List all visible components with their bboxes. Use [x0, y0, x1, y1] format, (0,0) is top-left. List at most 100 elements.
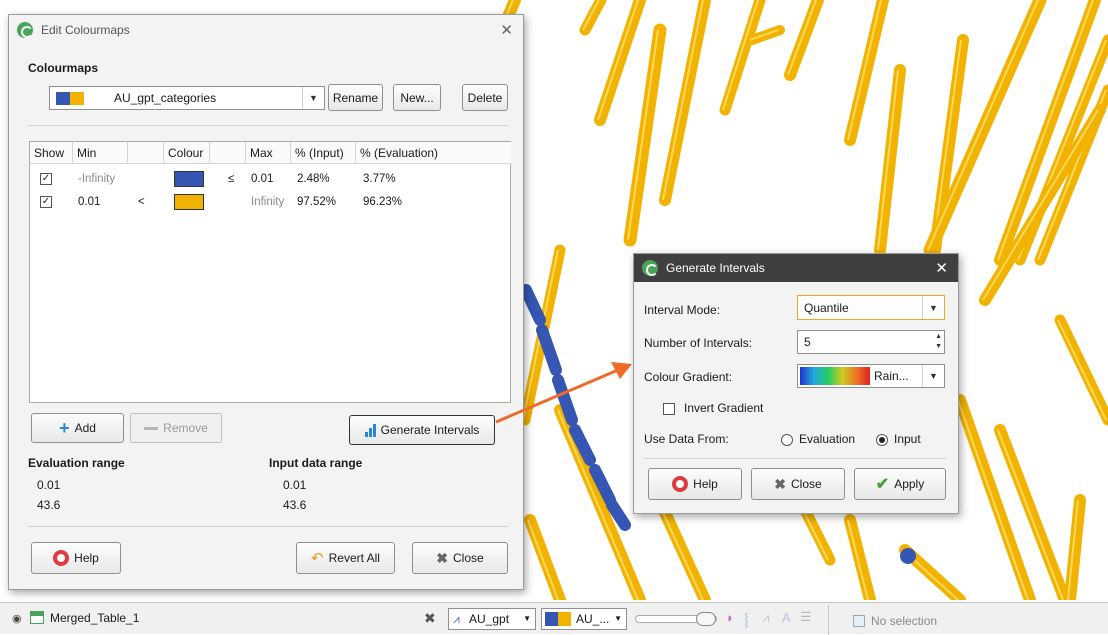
- max-cell[interactable]: Infinity: [251, 193, 284, 211]
- edit-dialog-titlebar[interactable]: Edit Colourmaps ✕: [9, 15, 523, 45]
- drillhole-tube[interactable]: [524, 514, 566, 600]
- colourmap-select-value: AU_gpt_categories: [114, 91, 217, 105]
- colour-swatch[interactable]: [174, 171, 204, 187]
- interval-mode-label: Interval Mode:: [644, 303, 721, 317]
- chevron-down-icon[interactable]: ▼: [922, 296, 944, 319]
- opacity-slider[interactable]: [635, 612, 717, 626]
- drillhole-tube-highlight: [997, 429, 1064, 600]
- edit-dialog-title: Edit Colourmaps: [41, 23, 130, 37]
- drillhole-tube[interactable]: [844, 514, 876, 600]
- interval-mode-select[interactable]: Quantile ▼: [797, 295, 945, 320]
- column-header-pct-eval[interactable]: % (Evaluation): [356, 142, 511, 164]
- show-checkbox[interactable]: ✓: [40, 196, 52, 208]
- number-of-intervals-stepper[interactable]: 5 ▲ ▼: [797, 330, 945, 354]
- display-options-icon[interactable]: ◗: [726, 610, 734, 625]
- close-button[interactable]: ✖ Close: [751, 468, 845, 500]
- generate-dialog-title: Generate Intervals: [666, 261, 765, 275]
- list-icon[interactable]: ☰: [800, 609, 812, 625]
- column-header-pct-input[interactable]: % (Input): [291, 142, 356, 164]
- generate-intervals-dialog: Generate Intervals ✕ Interval Mode: Quan…: [633, 253, 959, 514]
- column-header-op-left[interactable]: [128, 142, 164, 164]
- help-label: Help: [74, 551, 99, 565]
- divider: [28, 526, 508, 527]
- drillhole-tube[interactable]: [784, 0, 824, 81]
- checkmark-icon: ✔: [875, 476, 890, 493]
- drillhole-interval-blue: [606, 499, 631, 531]
- evaluation-max-value: 43.6: [37, 498, 61, 512]
- drillhole-tube[interactable]: [994, 0, 1101, 266]
- drillhole-tube-highlight: [957, 399, 1029, 600]
- revert-all-button[interactable]: ↶ Revert All: [296, 542, 395, 574]
- op-right-cell: ≤: [228, 173, 235, 185]
- table-name: Merged_Table_1: [50, 611, 140, 625]
- selection-icon: [853, 615, 865, 627]
- chevron-down-icon[interactable]: ▼: [302, 87, 324, 109]
- min-cell[interactable]: 0.01: [78, 193, 100, 211]
- texture-icon[interactable]: ⸾: [744, 610, 749, 628]
- column-header-op-right[interactable]: [210, 142, 246, 164]
- close-icon[interactable]: ✕: [500, 21, 513, 39]
- remove-button[interactable]: Remove: [130, 413, 222, 443]
- drillhole-tube[interactable]: [874, 64, 906, 256]
- text-icon[interactable]: A: [782, 610, 791, 625]
- drillhole-tube[interactable]: [554, 404, 646, 600]
- column-select-value: AU_gpt: [469, 612, 510, 626]
- rename-button[interactable]: Rename: [328, 84, 383, 111]
- column-header-min[interactable]: Min: [73, 142, 128, 164]
- drillhole-tube-highlight: [557, 409, 639, 600]
- revert-all-label: Revert All: [328, 551, 380, 565]
- colourmap-select[interactable]: AU_gpt_categories ▼: [49, 86, 325, 110]
- drillhole-tube[interactable]: [659, 0, 711, 206]
- drillhole-tube[interactable]: [844, 0, 889, 146]
- invert-gradient-checkbox[interactable]: [663, 403, 675, 415]
- drillhole-interval-blue: [520, 284, 546, 326]
- help-button[interactable]: Help: [31, 542, 121, 574]
- eye-icon[interactable]: ◉: [12, 612, 22, 625]
- number-of-intervals-value: 5: [804, 335, 811, 349]
- generate-intervals-label: Generate Intervals: [380, 423, 480, 437]
- colour-swatch[interactable]: [174, 194, 204, 210]
- evaluation-radio[interactable]: [781, 434, 793, 446]
- table-icon: [30, 611, 44, 624]
- intervals-table[interactable]: Show Min Colour Max % (Input) % (Evaluat…: [29, 141, 511, 403]
- drillhole-tube[interactable]: [623, 23, 667, 247]
- column-header-max[interactable]: Max: [246, 142, 291, 164]
- delete-button[interactable]: Delete: [462, 84, 508, 111]
- chevron-down-icon[interactable]: ▼: [523, 614, 531, 623]
- close-x-icon[interactable]: ✖: [424, 610, 436, 627]
- drillhole-tube[interactable]: [1064, 494, 1086, 600]
- remove-label: Remove: [163, 421, 208, 435]
- max-cell[interactable]: 0.01: [251, 170, 273, 188]
- slider-handle[interactable]: [696, 612, 716, 626]
- min-cell[interactable]: -Infinity: [78, 170, 115, 188]
- plus-icon: +: [59, 418, 70, 438]
- show-checkbox[interactable]: ✓: [40, 173, 52, 185]
- lines-icon[interactable]: ⩘: [762, 610, 769, 626]
- drillhole-tube[interactable]: [594, 0, 646, 126]
- close-label: Close: [453, 551, 484, 565]
- drillhole-tube[interactable]: [1054, 314, 1108, 426]
- generate-intervals-button[interactable]: Generate Intervals: [349, 415, 495, 445]
- close-button[interactable]: ✖ Close: [412, 542, 508, 574]
- chevron-down-icon[interactable]: ▼: [922, 365, 944, 387]
- drillhole-tube[interactable]: [719, 0, 766, 116]
- rename-label: Rename: [332, 90, 379, 105]
- new-button[interactable]: New...: [393, 84, 441, 111]
- stepper-arrows-icon[interactable]: ▲ ▼: [935, 332, 942, 352]
- help-button[interactable]: Help: [648, 468, 742, 500]
- chevron-down-icon[interactable]: ▼: [614, 614, 622, 623]
- close-icon[interactable]: ✕: [935, 259, 948, 277]
- rainbow-gradient-swatch: [800, 367, 870, 385]
- pct-input-cell: 97.52%: [297, 196, 337, 208]
- input-radio[interactable]: [876, 434, 888, 446]
- colour-gradient-select[interactable]: Rain... ▼: [797, 364, 945, 388]
- colourmap-status-select[interactable]: AU_... ▼: [541, 608, 627, 630]
- drillhole-tube[interactable]: [994, 424, 1071, 600]
- column-header-show[interactable]: Show: [30, 142, 73, 164]
- apply-button[interactable]: ✔ Apply: [854, 468, 946, 500]
- column-header-colour[interactable]: Colour: [164, 142, 210, 164]
- add-button[interactable]: + Add: [31, 413, 124, 443]
- column-select[interactable]: ⩘ AU_gpt ▼: [448, 608, 536, 630]
- generate-dialog-titlebar[interactable]: Generate Intervals ✕: [634, 254, 958, 282]
- drillhole-tube[interactable]: [579, 0, 607, 36]
